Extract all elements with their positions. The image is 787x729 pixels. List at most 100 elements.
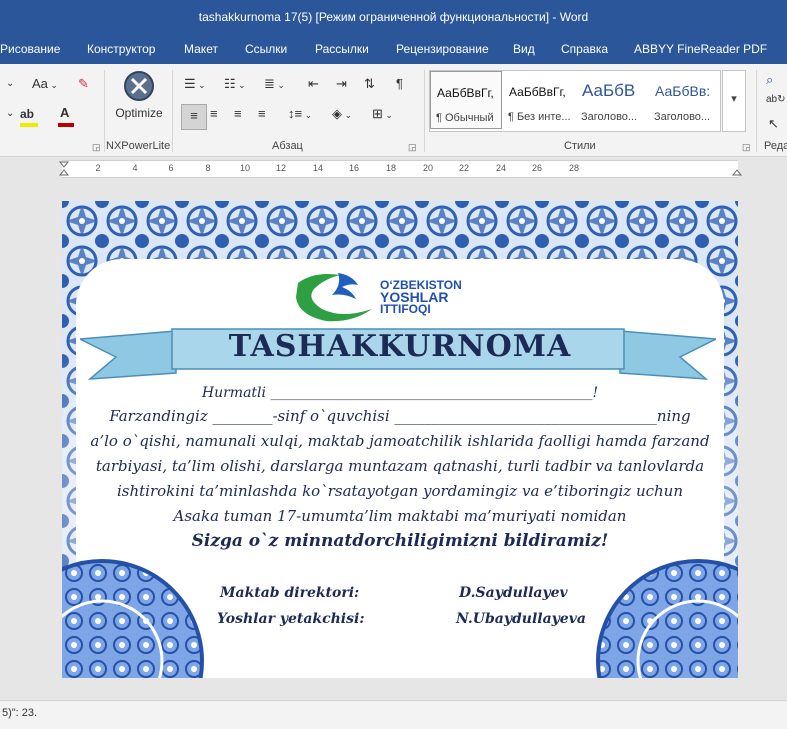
tab-review[interactable]: Рецензирование bbox=[396, 42, 489, 56]
gratitude-line: Sizga o`z minnatdorchiligimizni bildiram… bbox=[191, 531, 609, 551]
align-left-icon[interactable]: ≡ bbox=[181, 104, 207, 130]
style-heading-2[interactable]: АаБбВв: Заголово... bbox=[649, 71, 721, 129]
tab-mailings[interactable]: Рассылки bbox=[315, 42, 369, 56]
change-case-label: Aa bbox=[32, 76, 48, 91]
ruler-number: 16 bbox=[348, 163, 360, 173]
indent-marker-icon[interactable] bbox=[59, 161, 69, 177]
tab-layout[interactable]: Макет bbox=[184, 42, 218, 56]
ruler-number: 4 bbox=[132, 163, 138, 173]
ruler-number: 18 bbox=[385, 163, 397, 173]
clear-formatting-icon[interactable]: ✎ bbox=[78, 76, 89, 92]
line-spacing-icon[interactable]: ↕≡ ⌄ bbox=[288, 106, 312, 121]
decrease-indent-icon[interactable]: ⇤ bbox=[308, 76, 319, 92]
dialog-launcher-icon[interactable]: ◲ bbox=[92, 142, 101, 153]
body-line: ishtirokini ta’minlashda ko`rsatayotgan … bbox=[116, 482, 684, 500]
certificate-heading: TASHAKKURNOMA bbox=[228, 329, 572, 364]
tab-references[interactable]: Ссылки bbox=[245, 42, 287, 56]
chevron-down-icon[interactable]: ⌄ bbox=[6, 78, 14, 89]
divider bbox=[172, 70, 173, 152]
ribbon: ⌄ Aa ⌄ ✎ ⌄ ab A Optimize NXPowerLite ◲ ☰… bbox=[0, 64, 787, 157]
highlight-color-swatch bbox=[20, 123, 38, 127]
nxpowerlite-icon bbox=[124, 71, 154, 101]
dialog-launcher-icon[interactable]: ◲ bbox=[408, 142, 417, 153]
replace-icon[interactable]: ab↻ bbox=[766, 94, 786, 105]
body-line: Farzandingiz ________-sinf o`quvchisi __… bbox=[109, 407, 691, 425]
tab-design[interactable]: Конструктор bbox=[87, 42, 155, 56]
body-line: tarbiyasi, ta’lim olishi, darslarga munt… bbox=[95, 457, 705, 475]
search-icon[interactable]: ⌕ bbox=[766, 72, 773, 88]
highlight-button[interactable]: ab bbox=[20, 106, 38, 127]
change-case-button[interactable]: Aa ⌄ bbox=[32, 76, 58, 91]
status-bar: 5)": 23. bbox=[0, 700, 787, 729]
style-name: Заголово... bbox=[581, 111, 638, 123]
styles-more-button[interactable]: ▾ bbox=[722, 70, 746, 132]
font-color-button[interactable]: A bbox=[58, 105, 74, 127]
ruler-number: 24 bbox=[495, 163, 507, 173]
style-no-spacing[interactable]: АаБбВвГг, ¶ Без инте... bbox=[503, 71, 575, 129]
ruler-number: 2 bbox=[95, 163, 101, 173]
title-bar: tashakkurnoma 17(5) [Режим ограниченной … bbox=[0, 0, 787, 36]
borders-icon[interactable]: ⊞ ⌄ bbox=[372, 106, 393, 122]
divider bbox=[424, 70, 425, 152]
ruler-number: 26 bbox=[531, 163, 543, 173]
dialog-launcher-icon[interactable]: ◲ bbox=[742, 142, 751, 153]
tab-view[interactable]: Вид bbox=[513, 42, 535, 56]
multilevel-list-icon[interactable]: ≣ ⌄ bbox=[264, 76, 285, 92]
tab-abbyy[interactable]: ABBYY FineReader PDF bbox=[634, 42, 767, 56]
union-logo-icon bbox=[296, 273, 372, 322]
pilcrow-icon[interactable]: ¶ bbox=[396, 76, 403, 91]
style-preview: АаБбВ bbox=[582, 81, 636, 100]
horizontal-ruler[interactable]: 2 4 6 8 10 12 14 16 18 20 22 24 26 28 bbox=[59, 160, 742, 178]
body-line: Asaka tuman 17-umumta’lim maktabi ma’mur… bbox=[173, 507, 627, 525]
ruler-number: 6 bbox=[168, 163, 174, 173]
ruler-number: 20 bbox=[422, 163, 434, 173]
style-normal[interactable]: АаБбВвГг, ¶ Обычный bbox=[430, 71, 502, 129]
ruler-number: 22 bbox=[458, 163, 470, 173]
ruler-number: 10 bbox=[239, 163, 251, 173]
font-color-icon: A bbox=[60, 105, 70, 120]
ruler-number: 8 bbox=[205, 163, 211, 173]
body-line: a’lo o`qishi, namunali xulqi, maktab jam… bbox=[90, 432, 710, 450]
style-heading-1[interactable]: АаБбВ Заголово... bbox=[576, 71, 648, 129]
optimize-label: Optimize bbox=[115, 106, 163, 120]
ruler-number: 12 bbox=[275, 163, 287, 173]
greeting-line: Hurmatli _______________________________… bbox=[201, 385, 599, 401]
chevron-down-icon: ▾ bbox=[731, 93, 737, 105]
highlighter-icon: ab bbox=[20, 107, 35, 121]
align-right-icon[interactable]: ≡ bbox=[234, 106, 242, 121]
group-label-paragraph: Абзац bbox=[272, 140, 303, 152]
bullets-icon[interactable]: ☰ ⌄ bbox=[184, 76, 206, 92]
ruler-number: 14 bbox=[312, 163, 324, 173]
style-preview: АаБбВв: bbox=[655, 83, 711, 99]
styles-gallery: АаБбВвГг, ¶ Обычный АаБбВвГг, ¶ Без инте… bbox=[429, 70, 721, 132]
group-label-styles: Стили bbox=[564, 140, 596, 152]
style-name: ¶ Без инте... bbox=[508, 111, 571, 123]
divider bbox=[756, 70, 757, 152]
increase-indent-icon[interactable]: ⇥ bbox=[336, 76, 347, 92]
tab-help[interactable]: Справка bbox=[561, 42, 608, 56]
divider bbox=[104, 70, 105, 152]
sort-icon[interactable]: ⇅ bbox=[364, 76, 375, 92]
shading-icon[interactable]: ◈ ⌄ bbox=[332, 106, 352, 122]
signature-role: Yoshlar yetakchisi: bbox=[217, 611, 365, 627]
style-preview: АаБбВвГг, bbox=[437, 86, 494, 100]
align-center-icon[interactable]: ≡ bbox=[210, 106, 218, 121]
select-cursor-icon[interactable]: ↖ bbox=[768, 116, 779, 132]
group-label-editing: Реда bbox=[764, 140, 787, 152]
signature-name: N.Ubaydullayeva bbox=[456, 611, 586, 627]
chevron-down-icon[interactable]: ⌄ bbox=[6, 108, 14, 119]
tab-draw[interactable]: Рисование bbox=[0, 42, 60, 56]
logo-text: O‘ZBEKISTON YOSHLAR ITTIFOQI bbox=[380, 279, 462, 315]
optimize-button[interactable]: Optimize bbox=[112, 68, 166, 126]
right-indent-marker-icon[interactable] bbox=[732, 161, 742, 177]
style-name: Заголово... bbox=[654, 111, 711, 123]
logo-line-3: ITTIFOQI bbox=[380, 302, 431, 316]
window-title: tashakkurnoma 17(5) [Режим ограниченной … bbox=[198, 10, 589, 24]
document-page[interactable]: O‘ZBEKISTON YOSHLAR ITTIFOQI TASHAKKURNO… bbox=[62, 201, 738, 678]
style-preview: АаБбВвГг, bbox=[509, 85, 566, 99]
signature-role: Maktab direktori: bbox=[220, 585, 360, 601]
group-label-nxpowerlite: NXPowerLite bbox=[106, 140, 171, 152]
justify-icon[interactable]: ≡ bbox=[258, 106, 266, 121]
numbering-icon[interactable]: ☷ ⌄ bbox=[224, 76, 246, 92]
status-text: 5)": 23. bbox=[2, 707, 38, 719]
